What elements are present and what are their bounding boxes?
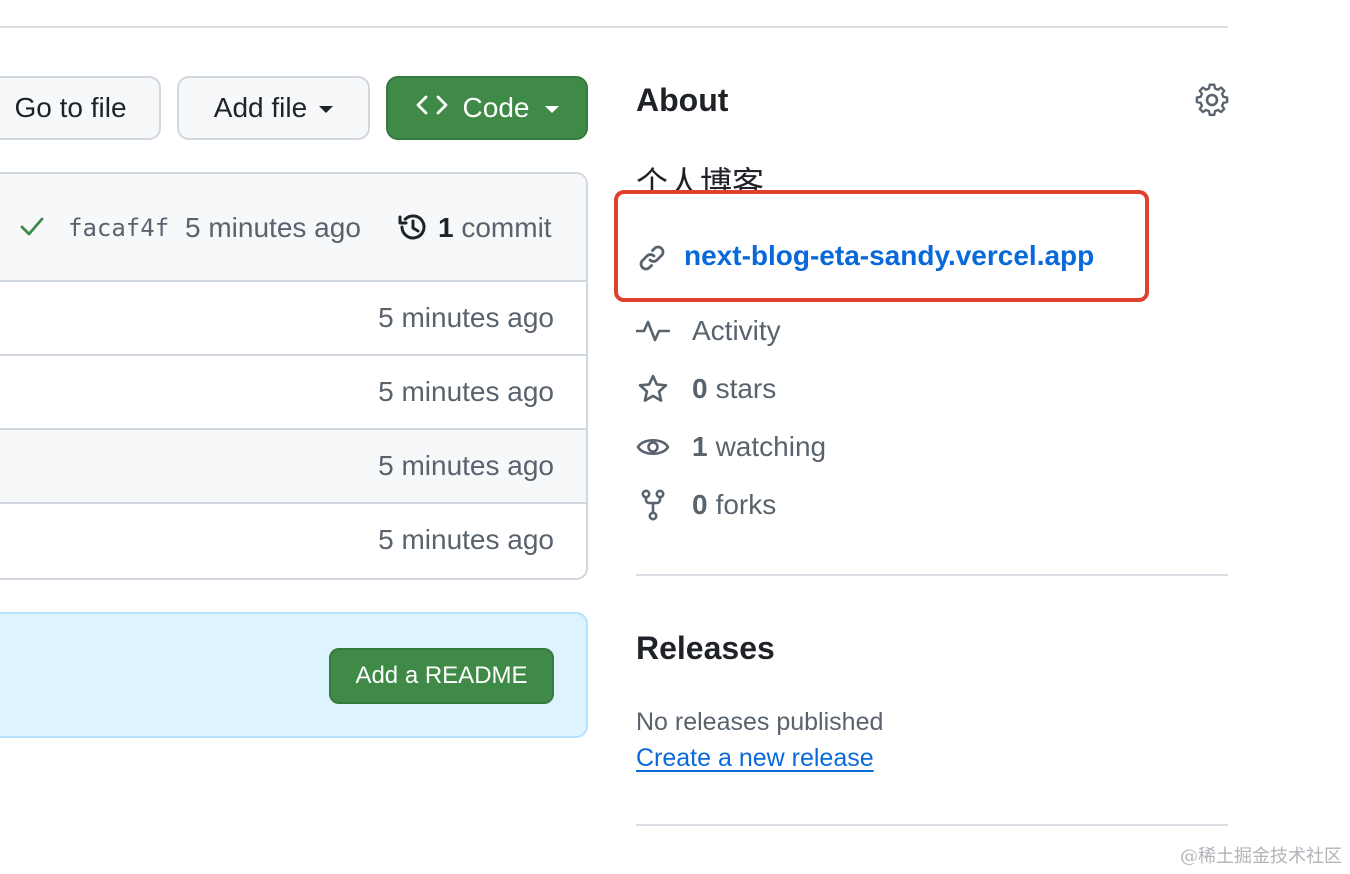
forks-link[interactable]: 0 forks bbox=[636, 488, 776, 522]
fork-icon bbox=[636, 488, 670, 522]
add-readme-label: Add a README bbox=[355, 662, 528, 689]
add-file-label: Add file bbox=[213, 92, 308, 123]
go-to-file-button[interactable]: Go to file bbox=[0, 76, 161, 140]
no-releases-text: No releases published bbox=[636, 708, 884, 736]
row-time: 5 minutes ago bbox=[378, 450, 554, 481]
history-icon bbox=[396, 210, 430, 249]
commit-count-label: commit bbox=[461, 212, 552, 243]
caret-down-icon bbox=[545, 105, 560, 113]
pulse-icon bbox=[636, 314, 670, 348]
divider bbox=[636, 574, 1228, 576]
table-row[interactable]: 5 minutes ago bbox=[0, 504, 586, 578]
activity-link[interactable]: Activity bbox=[636, 314, 781, 348]
code-button[interactable]: Code bbox=[386, 76, 588, 140]
table-row[interactable]: 5 minutes ago bbox=[0, 430, 586, 504]
row-time: 5 minutes ago bbox=[378, 302, 554, 333]
commit-sha-link[interactable]: facaf4f bbox=[68, 214, 169, 242]
latest-commit-bar: facaf4f 5 minutes ago 1 commit bbox=[0, 174, 586, 282]
releases-heading[interactable]: Releases bbox=[636, 630, 775, 667]
table-row[interactable]: 5 minutes ago bbox=[0, 356, 586, 430]
stars-link[interactable]: 0 stars bbox=[636, 372, 776, 406]
watching-link[interactable]: 1 watching bbox=[636, 430, 826, 464]
table-row[interactable]: 5 minutes ago bbox=[0, 282, 586, 356]
code-label: Code bbox=[462, 92, 530, 123]
activity-label: Activity bbox=[692, 315, 781, 346]
forks-count: 0 bbox=[692, 489, 708, 520]
add-file-button[interactable]: Add file bbox=[177, 76, 370, 140]
watching-label: watching bbox=[715, 431, 827, 462]
star-icon bbox=[636, 372, 670, 406]
caret-down-icon bbox=[319, 105, 334, 113]
about-heading: About bbox=[636, 82, 729, 118]
repo-description: 个人博客 bbox=[636, 165, 765, 192]
gear-icon[interactable] bbox=[1194, 82, 1230, 123]
link-icon bbox=[636, 242, 668, 279]
forks-label: forks bbox=[715, 489, 777, 520]
divider bbox=[636, 824, 1228, 826]
row-time: 5 minutes ago bbox=[378, 376, 554, 407]
commit-count: 1 bbox=[438, 212, 454, 243]
row-time: 5 minutes ago bbox=[378, 524, 554, 555]
commit-time: 5 minutes ago bbox=[185, 212, 361, 243]
check-icon bbox=[18, 212, 46, 245]
watermark: @稀土掘金技术社区 bbox=[1180, 846, 1342, 867]
website-link[interactable]: next-blog-eta-sandy.vercel.app bbox=[684, 240, 1094, 272]
code-icon bbox=[415, 92, 449, 124]
commit-count-link[interactable]: 1 commit bbox=[438, 212, 552, 244]
watching-count: 1 bbox=[692, 431, 708, 462]
go-to-file-label: Go to file bbox=[14, 92, 127, 123]
top-divider bbox=[0, 26, 1228, 28]
eye-icon bbox=[636, 430, 670, 464]
create-release-link[interactable]: Create a new release bbox=[636, 744, 874, 773]
add-readme-button[interactable]: Add a README bbox=[329, 648, 554, 704]
file-list: facaf4f 5 minutes ago 1 commit 5 minutes… bbox=[0, 172, 588, 580]
stars-count: 0 bbox=[692, 373, 708, 404]
stars-label: stars bbox=[715, 373, 777, 404]
